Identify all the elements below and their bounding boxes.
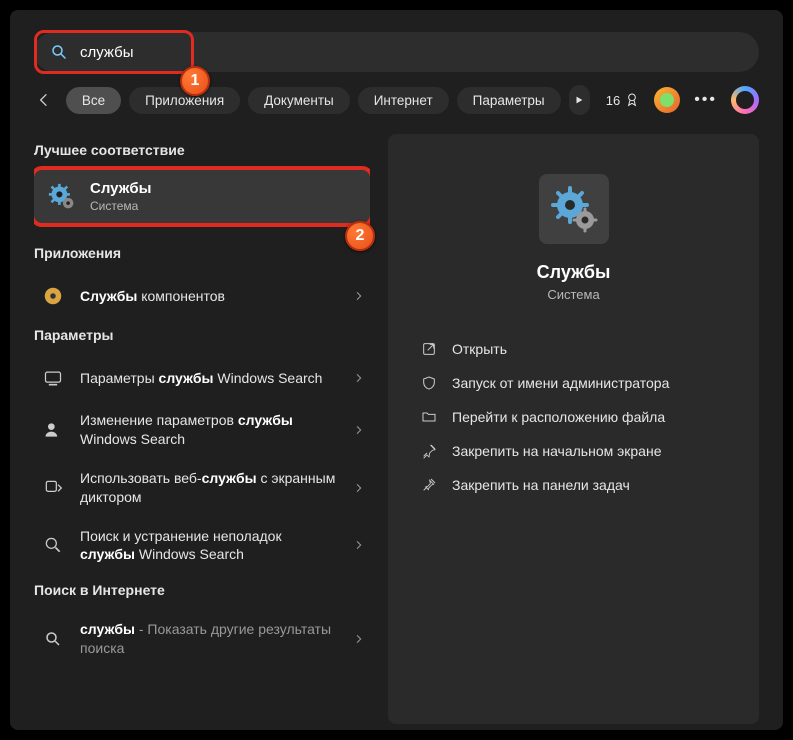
copilot-button[interactable]: [731, 86, 759, 114]
best-match-title: Службы: [90, 180, 151, 197]
list-item-label: Поиск и устранение неполадок службы Wind…: [80, 527, 340, 565]
chevron-right-icon: [354, 632, 364, 646]
best-match-result[interactable]: Службы Система: [34, 170, 370, 223]
action-open[interactable]: Открыть: [416, 332, 731, 366]
param-result-3[interactable]: Использовать веб-службы с экранным дикто…: [34, 459, 370, 517]
tab-internet[interactable]: Интернет: [358, 87, 449, 114]
services-icon: [48, 183, 76, 211]
header-right: 16 •••: [606, 86, 759, 114]
user-settings-icon: [40, 417, 66, 443]
best-match-wrap: Службы Система: [34, 170, 370, 223]
best-match-subtitle: Система: [90, 199, 151, 213]
annotation-badge-1: 1: [180, 66, 210, 96]
settings-icon: [40, 365, 66, 391]
folder-icon: [420, 408, 438, 426]
action-label: Открыть: [452, 341, 507, 357]
action-run-as-admin[interactable]: Запуск от имени администратора: [416, 366, 731, 400]
chevron-right-icon: [354, 538, 364, 552]
section-web: Поиск в Интернете: [34, 574, 370, 610]
param-result-4[interactable]: Поиск и устранение неполадок службы Wind…: [34, 517, 370, 575]
action-label: Перейти к расположению файла: [452, 409, 665, 425]
tab-all[interactable]: Все: [66, 87, 121, 114]
list-item-label: Параметры службы Windows Search: [80, 369, 340, 388]
results-left-column: Лучшее соответствие Службы: [34, 134, 370, 724]
pin-icon: [420, 442, 438, 460]
medal-icon: [624, 92, 640, 108]
list-item-label: службы - Показать другие результаты поис…: [80, 620, 340, 658]
details-panel: Службы Система Открыть Запуск от имени а…: [388, 134, 759, 724]
pin-icon: [420, 476, 438, 494]
list-item-label: Изменение параметров службы Windows Sear…: [80, 411, 340, 449]
tab-settings[interactable]: Параметры: [457, 87, 561, 114]
panel-app-icon: [539, 174, 609, 244]
param-result-1[interactable]: Параметры службы Windows Search: [34, 355, 370, 401]
narrator-icon: [40, 475, 66, 501]
user-avatar[interactable]: [654, 87, 680, 113]
search-window: 1 Все Приложения Документы Интернет Пара…: [10, 10, 783, 730]
play-icon: [574, 95, 584, 105]
arrow-left-icon: [36, 92, 52, 108]
chevron-right-icon: [354, 423, 364, 437]
action-label: Закрепить на начальном экране: [452, 443, 662, 459]
chevron-right-icon: [354, 289, 364, 303]
open-icon: [420, 340, 438, 358]
panel-subtitle: Система: [416, 287, 731, 302]
section-best-match: Лучшее соответствие: [34, 134, 370, 170]
shield-icon: [420, 374, 438, 392]
param-result-2[interactable]: Изменение параметров службы Windows Sear…: [34, 401, 370, 459]
tabs-more-button[interactable]: [569, 85, 590, 115]
action-pin-taskbar[interactable]: Закрепить на панели задач: [416, 468, 731, 502]
action-pin-start[interactable]: Закрепить на начальном экране: [416, 434, 731, 468]
points-value: 16: [606, 93, 620, 108]
action-open-location[interactable]: Перейти к расположению файла: [416, 400, 731, 434]
action-label: Запуск от имени администратора: [452, 375, 669, 391]
section-parameters: Параметры: [34, 319, 370, 355]
rewards-points[interactable]: 16: [606, 92, 640, 108]
list-item-label: Использовать веб-службы с экранным дикто…: [80, 469, 340, 507]
details-panel-column: Службы Система Открыть Запуск от имени а…: [388, 134, 759, 724]
list-item-label: Службы компонентов: [80, 287, 340, 306]
back-button[interactable]: [34, 84, 54, 116]
chevron-right-icon: [354, 481, 364, 495]
results-body: Лучшее соответствие Службы: [10, 134, 783, 724]
search-bar-wrap: [10, 10, 783, 72]
app-result-component-services[interactable]: Службы компонентов: [34, 273, 370, 319]
panel-title: Службы: [416, 262, 731, 283]
section-apps: Приложения: [34, 237, 370, 273]
action-label: Закрепить на панели задач: [452, 477, 630, 493]
web-result-1[interactable]: службы - Показать другие результаты поис…: [34, 610, 370, 668]
search-input[interactable]: [80, 44, 743, 61]
search-icon: [50, 43, 68, 61]
search-bar[interactable]: [34, 32, 759, 72]
more-options-button[interactable]: •••: [694, 91, 717, 109]
chevron-right-icon: [354, 371, 364, 385]
search-icon: [40, 626, 66, 652]
tab-documents[interactable]: Документы: [248, 87, 350, 114]
best-match-text: Службы Система: [90, 180, 151, 213]
filter-tabs: Все Приложения Документы Интернет Параме…: [10, 72, 783, 134]
annotation-badge-2: 2: [345, 221, 370, 251]
component-services-icon: [40, 283, 66, 309]
troubleshoot-icon: [40, 532, 66, 558]
